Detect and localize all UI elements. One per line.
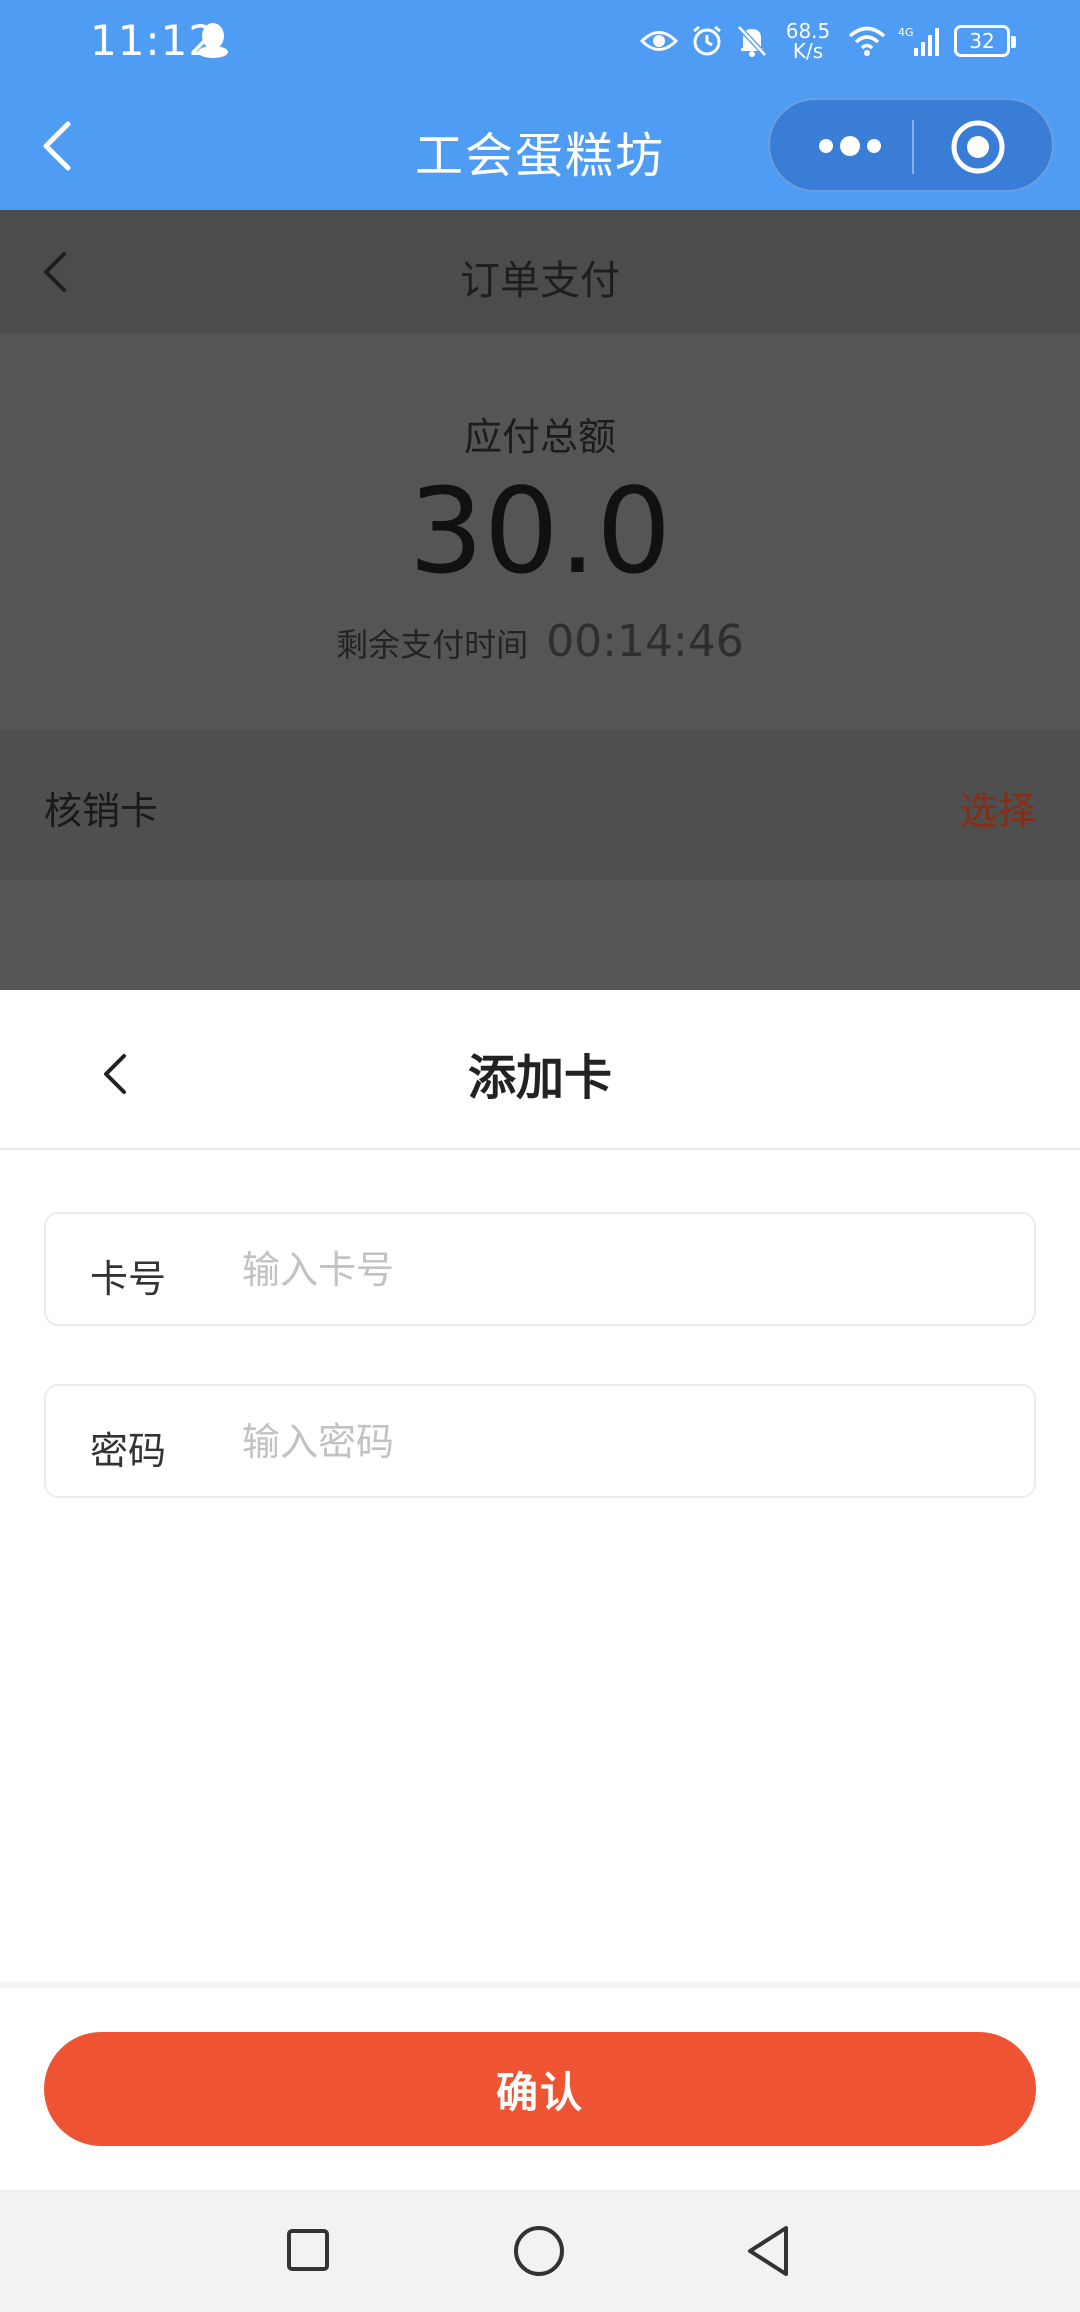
close-target-icon[interactable] bbox=[948, 117, 1008, 177]
password-field: 密码 bbox=[44, 1384, 1036, 1498]
password-label: 密码 bbox=[90, 1429, 167, 1473]
home-circle-icon[interactable] bbox=[512, 2224, 566, 2278]
capsule-menu bbox=[768, 98, 1054, 192]
remaining-time-label: 剩余支付时间 bbox=[336, 626, 529, 664]
remaining-time-row: 剩余支付时间 00:14:46 bbox=[0, 616, 1080, 667]
order-payment-page: 订单支付 应付总额 30.0 剩余支付时间 00:14:46 核销卡 选择 bbox=[0, 210, 1080, 990]
battery-icon: 32 bbox=[954, 25, 1016, 57]
net-speed-unit: K/s bbox=[792, 39, 824, 63]
recent-apps-square-icon[interactable] bbox=[286, 2228, 330, 2272]
select-card-button[interactable]: 选择 bbox=[960, 780, 1036, 835]
add-card-sheet: 添加卡 卡号 密码 bbox=[0, 990, 1080, 2190]
sheet-divider bbox=[0, 1148, 1080, 1150]
system-nav-bar bbox=[0, 2190, 1080, 2312]
footer-divider bbox=[0, 1982, 1080, 1988]
confirm-button[interactable]: 确认 bbox=[44, 2032, 1036, 2146]
bell-off-icon bbox=[737, 25, 767, 57]
page-header: 订单支付 bbox=[0, 210, 1080, 334]
amount-label: 应付总额 bbox=[463, 415, 616, 459]
sheet-title: 添加卡 bbox=[467, 1050, 612, 1106]
more-dots-icon[interactable] bbox=[808, 124, 892, 168]
verification-card-label: 核销卡 bbox=[44, 789, 159, 833]
net-speed-value: 68.5 bbox=[785, 19, 831, 43]
wifi-icon bbox=[848, 26, 886, 56]
card-number-label: 卡号 bbox=[90, 1257, 167, 1301]
card-number-field: 卡号 bbox=[44, 1212, 1036, 1326]
verification-card-row[interactable]: 核销卡 选择 bbox=[0, 730, 1080, 880]
card-number-input[interactable] bbox=[242, 1236, 1002, 1304]
page-title: 订单支付 bbox=[460, 258, 620, 304]
svg-text:4G: 4G bbox=[898, 26, 914, 39]
password-input[interactable] bbox=[242, 1408, 1002, 1476]
net-speed: 68.5 K/s bbox=[780, 21, 836, 61]
capsule-divider bbox=[912, 120, 914, 174]
remaining-time-value: 00:14:46 bbox=[546, 616, 744, 667]
alarm-icon bbox=[693, 25, 721, 56]
back-triangle-icon[interactable] bbox=[744, 2224, 792, 2278]
qq-icon bbox=[198, 23, 228, 58]
eye-icon bbox=[640, 31, 678, 51]
top-bar: 11:12 68.5 K/s 4G 32 工会蛋糕坊 bbox=[0, 0, 1080, 210]
signal-4g-icon: 4G bbox=[898, 26, 939, 56]
status-icons: 68.5 K/s 4G 32 bbox=[640, 16, 1016, 66]
amount-value: 30.0 bbox=[408, 462, 672, 600]
